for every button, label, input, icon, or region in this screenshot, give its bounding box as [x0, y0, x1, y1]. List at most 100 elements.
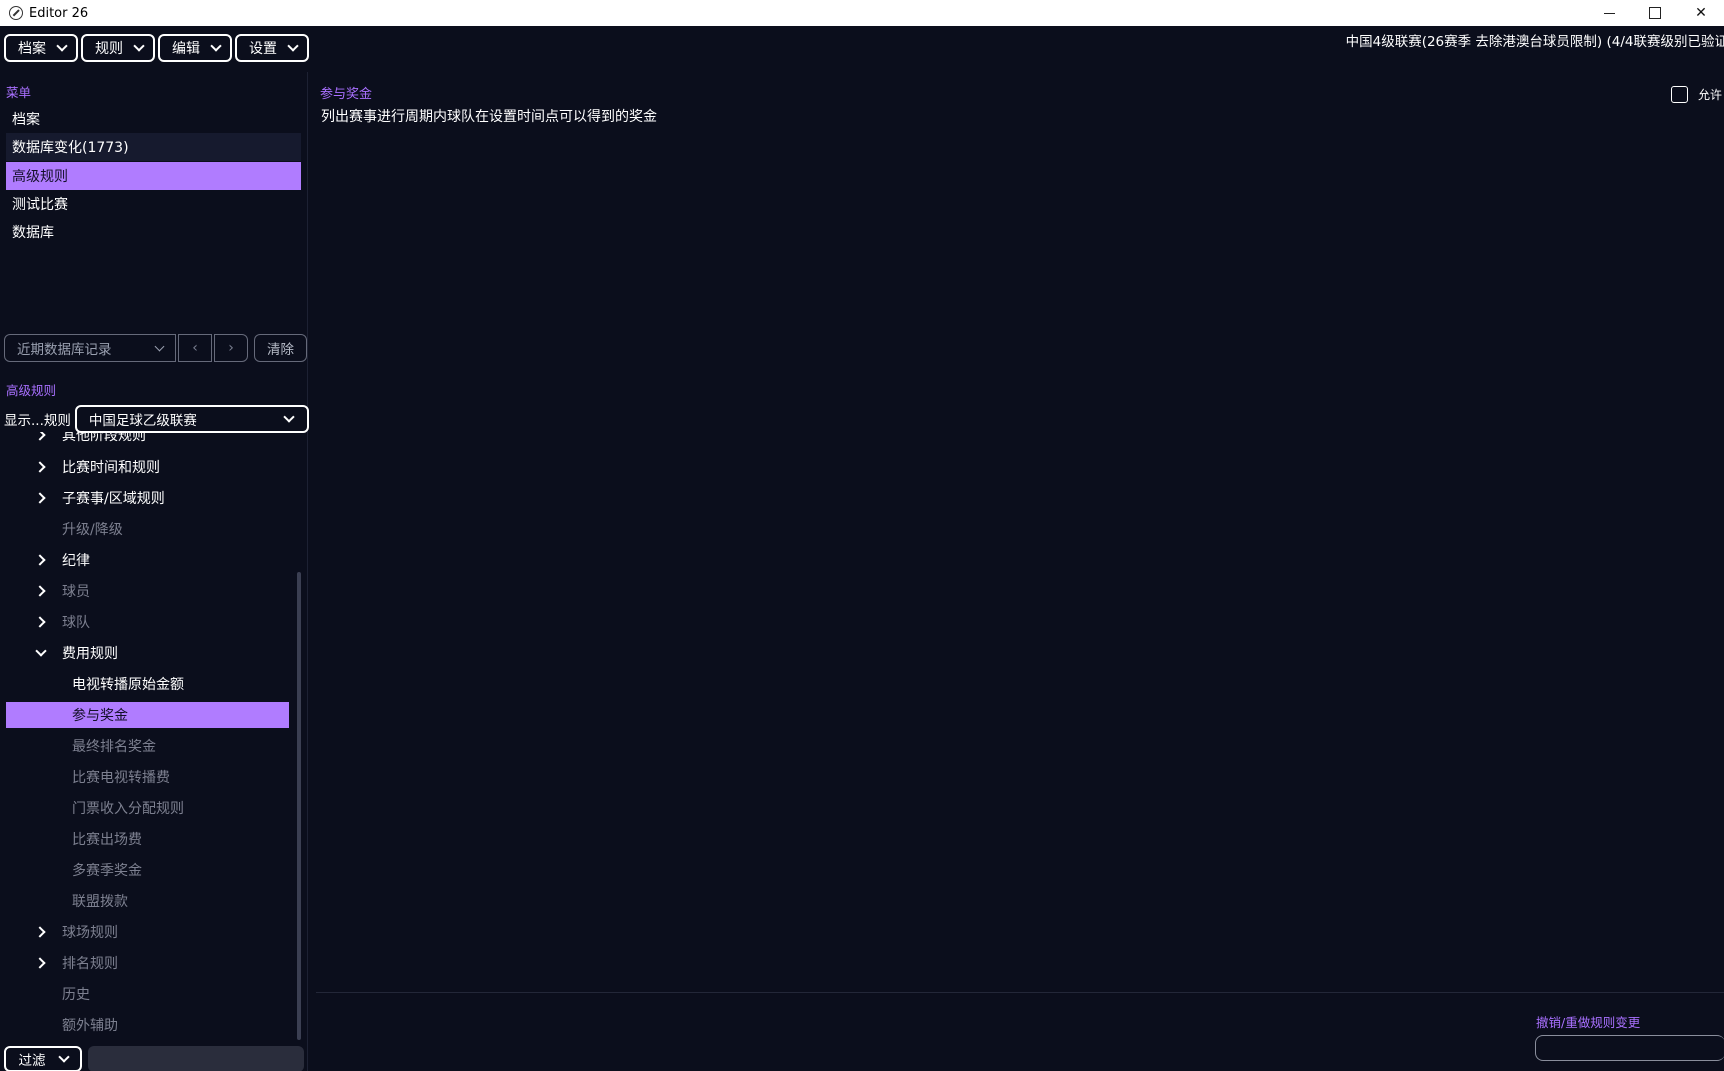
chevron-right-icon[interactable]	[36, 555, 46, 565]
sidebar-item-label: 高级规则	[12, 169, 68, 185]
menu-edit-button[interactable]: 编辑	[158, 34, 232, 62]
tree-item-ranking-rules[interactable]: 排名规则	[0, 949, 300, 977]
content-divider	[316, 992, 1724, 993]
page-title: 参与奖金	[320, 87, 373, 102]
chevron-right-icon[interactable]	[36, 617, 46, 627]
rule-competition-select[interactable]: 中国足球乙级联赛	[74, 405, 309, 433]
rule-select-value: 中国足球乙级联赛	[88, 413, 197, 429]
chevron-down-icon	[287, 40, 299, 52]
window-controls: ✕	[1586, 0, 1724, 26]
tree-item-label: 多赛季奖金	[72, 863, 142, 879]
recent-records-label: 近期数据库记录	[17, 342, 112, 358]
tree-item-teams[interactable]: 球队	[0, 608, 300, 636]
sidebar-item-db-changes[interactable]: 数据库变化(1773)	[6, 133, 301, 161]
tree-item-label: 球员	[62, 584, 90, 600]
league-info-header: 中国4级联赛(26赛季 去除港澳台球员限制) (4/4联赛级别已验证	[1345, 34, 1724, 50]
title-bar: Editor 26 ✕	[0, 0, 1724, 26]
filter-label: 过滤	[18, 1053, 46, 1069]
tree-item-discipline[interactable]: 纪律	[0, 546, 300, 574]
tree-item-match-time-rules[interactable]: 比赛时间和规则	[0, 453, 300, 481]
menu-rules-button[interactable]: 规则	[81, 34, 155, 62]
tree-item-label: 比赛电视转播费	[72, 770, 170, 786]
tree-item-extra-help[interactable]: 额外辅助	[0, 1011, 300, 1039]
allow-checkbox-row[interactable]: 允许	[1671, 86, 1722, 103]
clear-button[interactable]: 清除	[254, 334, 307, 362]
minimize-icon[interactable]	[1586, 0, 1632, 26]
tree-item-label: 参与奖金	[72, 708, 128, 724]
recent-records-row: 近期数据库记录 ‹ › 清除	[4, 334, 307, 362]
tree-item-gate-receipts[interactable]: 门票收入分配规则	[0, 794, 300, 822]
chevron-down-icon	[283, 411, 295, 423]
close-icon[interactable]: ✕	[1678, 0, 1724, 26]
chevron-down-icon	[57, 1051, 70, 1063]
rules-tree: 其他阶段规则 比赛时间和规则 子赛事/区域规则 升级/降级 纪律 球员 球队 费…	[0, 432, 300, 1042]
prev-record-button[interactable]: ‹	[178, 334, 212, 362]
tree-item-participation-bonus[interactable]: 参与奖金	[0, 701, 300, 729]
sidebar-item-test-match[interactable]: 测试比赛	[6, 190, 301, 218]
recent-records-select[interactable]: 近期数据库记录	[4, 334, 176, 362]
chevron-down-icon[interactable]	[36, 648, 46, 658]
tree-item-label: 球队	[62, 615, 90, 631]
tree-item-stadium-rules[interactable]: 球场规则	[0, 918, 300, 946]
menu-bar: 档案 规则 编辑 设置	[4, 34, 309, 62]
next-record-button[interactable]: ›	[214, 334, 248, 362]
tree-item-other-stage-rules[interactable]: 其他阶段规则	[0, 432, 300, 449]
tree-item-promotion-relegation[interactable]: 升级/降级	[0, 515, 300, 543]
sidebar-item-file[interactable]: 档案	[6, 105, 301, 133]
allow-label: 允许	[1698, 88, 1723, 102]
sidebar-item-database[interactable]: 数据库	[6, 218, 301, 246]
tree-item-players[interactable]: 球员	[0, 577, 300, 605]
chevron-right-icon: ›	[228, 340, 234, 356]
filter-input[interactable]	[88, 1046, 304, 1071]
app-logo-icon	[9, 6, 23, 20]
undo-redo-label: 撤销/重做规则变更	[1536, 1015, 1641, 1030]
tree-item-league-grant[interactable]: 联盟拨款	[0, 887, 300, 915]
tree-item-history[interactable]: 历史	[0, 980, 300, 1008]
undo-redo-control[interactable]	[1535, 1035, 1724, 1061]
allow-checkbox[interactable]	[1671, 86, 1688, 103]
tree-item-label: 球场规则	[62, 925, 118, 941]
tree-item-label: 升级/降级	[62, 522, 123, 538]
tree-item-label: 电视转播原始金额	[72, 677, 184, 693]
chevron-down-icon	[154, 341, 165, 351]
tree-item-multi-season-bonus[interactable]: 多赛季奖金	[0, 856, 300, 884]
menu-rules-label: 规则	[95, 41, 123, 57]
tree-item-label: 联盟拨款	[72, 894, 128, 910]
tree-item-label: 比赛出场费	[72, 832, 142, 848]
tree-item-label: 排名规则	[62, 956, 118, 972]
tree-item-match-tv-fee[interactable]: 比赛电视转播费	[0, 763, 300, 791]
menu-file-label: 档案	[18, 41, 46, 57]
chevron-right-icon[interactable]	[36, 958, 46, 968]
tree-item-sub-competition-rules[interactable]: 子赛事/区域规则	[0, 484, 300, 512]
chevron-right-icon[interactable]	[36, 432, 46, 440]
tree-item-label: 子赛事/区域规则	[62, 491, 165, 507]
tree-item-label: 门票收入分配规则	[72, 801, 184, 817]
menu-settings-button[interactable]: 设置	[235, 34, 309, 62]
menu-file-button[interactable]: 档案	[4, 34, 78, 62]
chevron-down-icon	[210, 40, 222, 52]
tree-item-label: 历史	[62, 987, 90, 1003]
chevron-down-icon	[56, 40, 68, 52]
tree-scrollbar[interactable]	[297, 572, 301, 1040]
chevron-right-icon[interactable]	[36, 927, 46, 937]
filter-button[interactable]: 过滤	[4, 1046, 82, 1071]
chevron-down-icon	[133, 40, 145, 52]
sidebar-item-label: 测试比赛	[12, 197, 68, 213]
sidebar-item-label: 数据库变化(1773)	[12, 140, 129, 156]
tree-item-label: 额外辅助	[62, 1018, 118, 1034]
tree-item-tv-base-amount[interactable]: 电视转播原始金额	[0, 670, 300, 698]
maximize-icon[interactable]	[1632, 0, 1678, 26]
chevron-right-icon[interactable]	[36, 493, 46, 503]
tree-item-label: 比赛时间和规则	[62, 460, 160, 476]
tree-item-label: 其他阶段规则	[62, 432, 146, 444]
tree-item-finance-rules[interactable]: 费用规则	[0, 639, 300, 667]
chevron-right-icon[interactable]	[36, 586, 46, 596]
sidebar-item-advanced-rules[interactable]: 高级规则	[6, 162, 301, 190]
tree-item-final-position-bonus[interactable]: 最终排名奖金	[0, 732, 300, 760]
menu-section-label: 菜单	[6, 85, 32, 100]
menu-settings-label: 设置	[249, 41, 277, 57]
tree-item-appearance-fee[interactable]: 比赛出场费	[0, 825, 300, 853]
tree-item-label: 费用规则	[62, 646, 118, 662]
chevron-right-icon[interactable]	[36, 462, 46, 472]
sidebar-item-label: 档案	[12, 112, 40, 128]
